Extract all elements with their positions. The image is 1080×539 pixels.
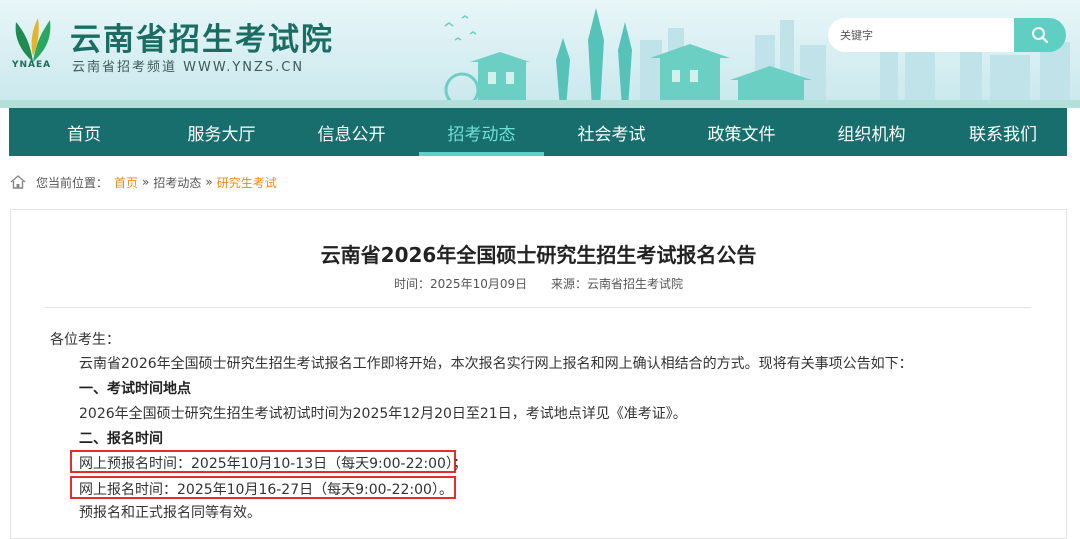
logo-icon [15, 18, 51, 62]
home-icon [10, 175, 26, 189]
section-heading: 一、考试时间地点 [79, 381, 191, 397]
search-button[interactable] [1014, 18, 1066, 52]
greeting: 各位考生： [50, 332, 120, 348]
note-paragraph: 预报名和正式报名同等有效。 [79, 505, 261, 521]
nav-item-social-exams[interactable]: 社会考试 [544, 108, 679, 156]
publish-time: 时间：2025年10月09日 [394, 277, 528, 291]
article-meta: 时间：2025年10月09日 来源：云南省招生考试院 [11, 275, 1066, 292]
prereg-time: 网上预报名时间：2025年10月10-13日（每天9:00-22:00）； [79, 456, 467, 472]
nav-item-exam-news[interactable]: 招考动态 [419, 108, 544, 156]
breadcrumb-prefix: 您当前位置： [36, 175, 109, 190]
reg-time: 网上报名时间：2025年10月16-27日（每天9:00-22:00）。 [79, 482, 453, 498]
article-title: 云南省2026年全国硕士研究生招生考试报名公告 [320, 243, 757, 267]
search-box [828, 18, 1066, 52]
intro-paragraph: 云南省2026年全国硕士研究生招生考试报名工作即将开始，本次报名实行网上报名和网… [79, 356, 913, 372]
nav-item-policy-docs[interactable]: 政策文件 [679, 108, 804, 156]
nav-item-organization[interactable]: 组织机构 [804, 108, 939, 156]
breadcrumb-current[interactable]: 研究生考试 [217, 174, 277, 191]
breadcrumb: 您当前位置： 首页 » 招考动态 » 研究生考试 [10, 173, 277, 191]
logo-abbreviation: YNAEA [12, 60, 52, 70]
article-container: 云南省2026年全国硕士研究生招生考试报名公告 时间：2025年10月09日 来… [10, 209, 1067, 539]
site-header: YNAEA 云南省招生考试院 云南省招考频道 WWW.YNZS.CN [0, 0, 1080, 108]
search-icon [1032, 27, 1049, 44]
search-input[interactable] [828, 18, 1014, 52]
section-heading: 二、报名时间 [79, 431, 163, 447]
article-source: 来源：云南省招生考试院 [550, 277, 683, 291]
exam-time-paragraph: 2026年全国硕士研究生招生考试初试时间为2025年12月20日至21日，考试地… [79, 406, 687, 422]
breadcrumb-separator: » [142, 175, 150, 189]
nav-item-contact[interactable]: 联系我们 [939, 108, 1067, 156]
site-subtitle: 云南省招考频道 WWW.YNZS.CN [72, 60, 305, 75]
breadcrumb-separator: » [205, 175, 213, 189]
main-nav: 首页 服务大厅 信息公开 招考动态 社会考试 政策文件 组织机构 联系我们 [9, 108, 1067, 156]
article-divider [45, 307, 1031, 308]
breadcrumb-section-link[interactable]: 招考动态 [153, 174, 201, 191]
nav-item-service-hall[interactable]: 服务大厅 [159, 108, 284, 156]
breadcrumb-home-link[interactable]: 首页 [114, 174, 138, 191]
nav-item-home[interactable]: 首页 [9, 108, 159, 156]
site-title[interactable]: 云南省招生考试院 [70, 14, 334, 59]
nav-item-info-disclosure[interactable]: 信息公开 [284, 108, 419, 156]
